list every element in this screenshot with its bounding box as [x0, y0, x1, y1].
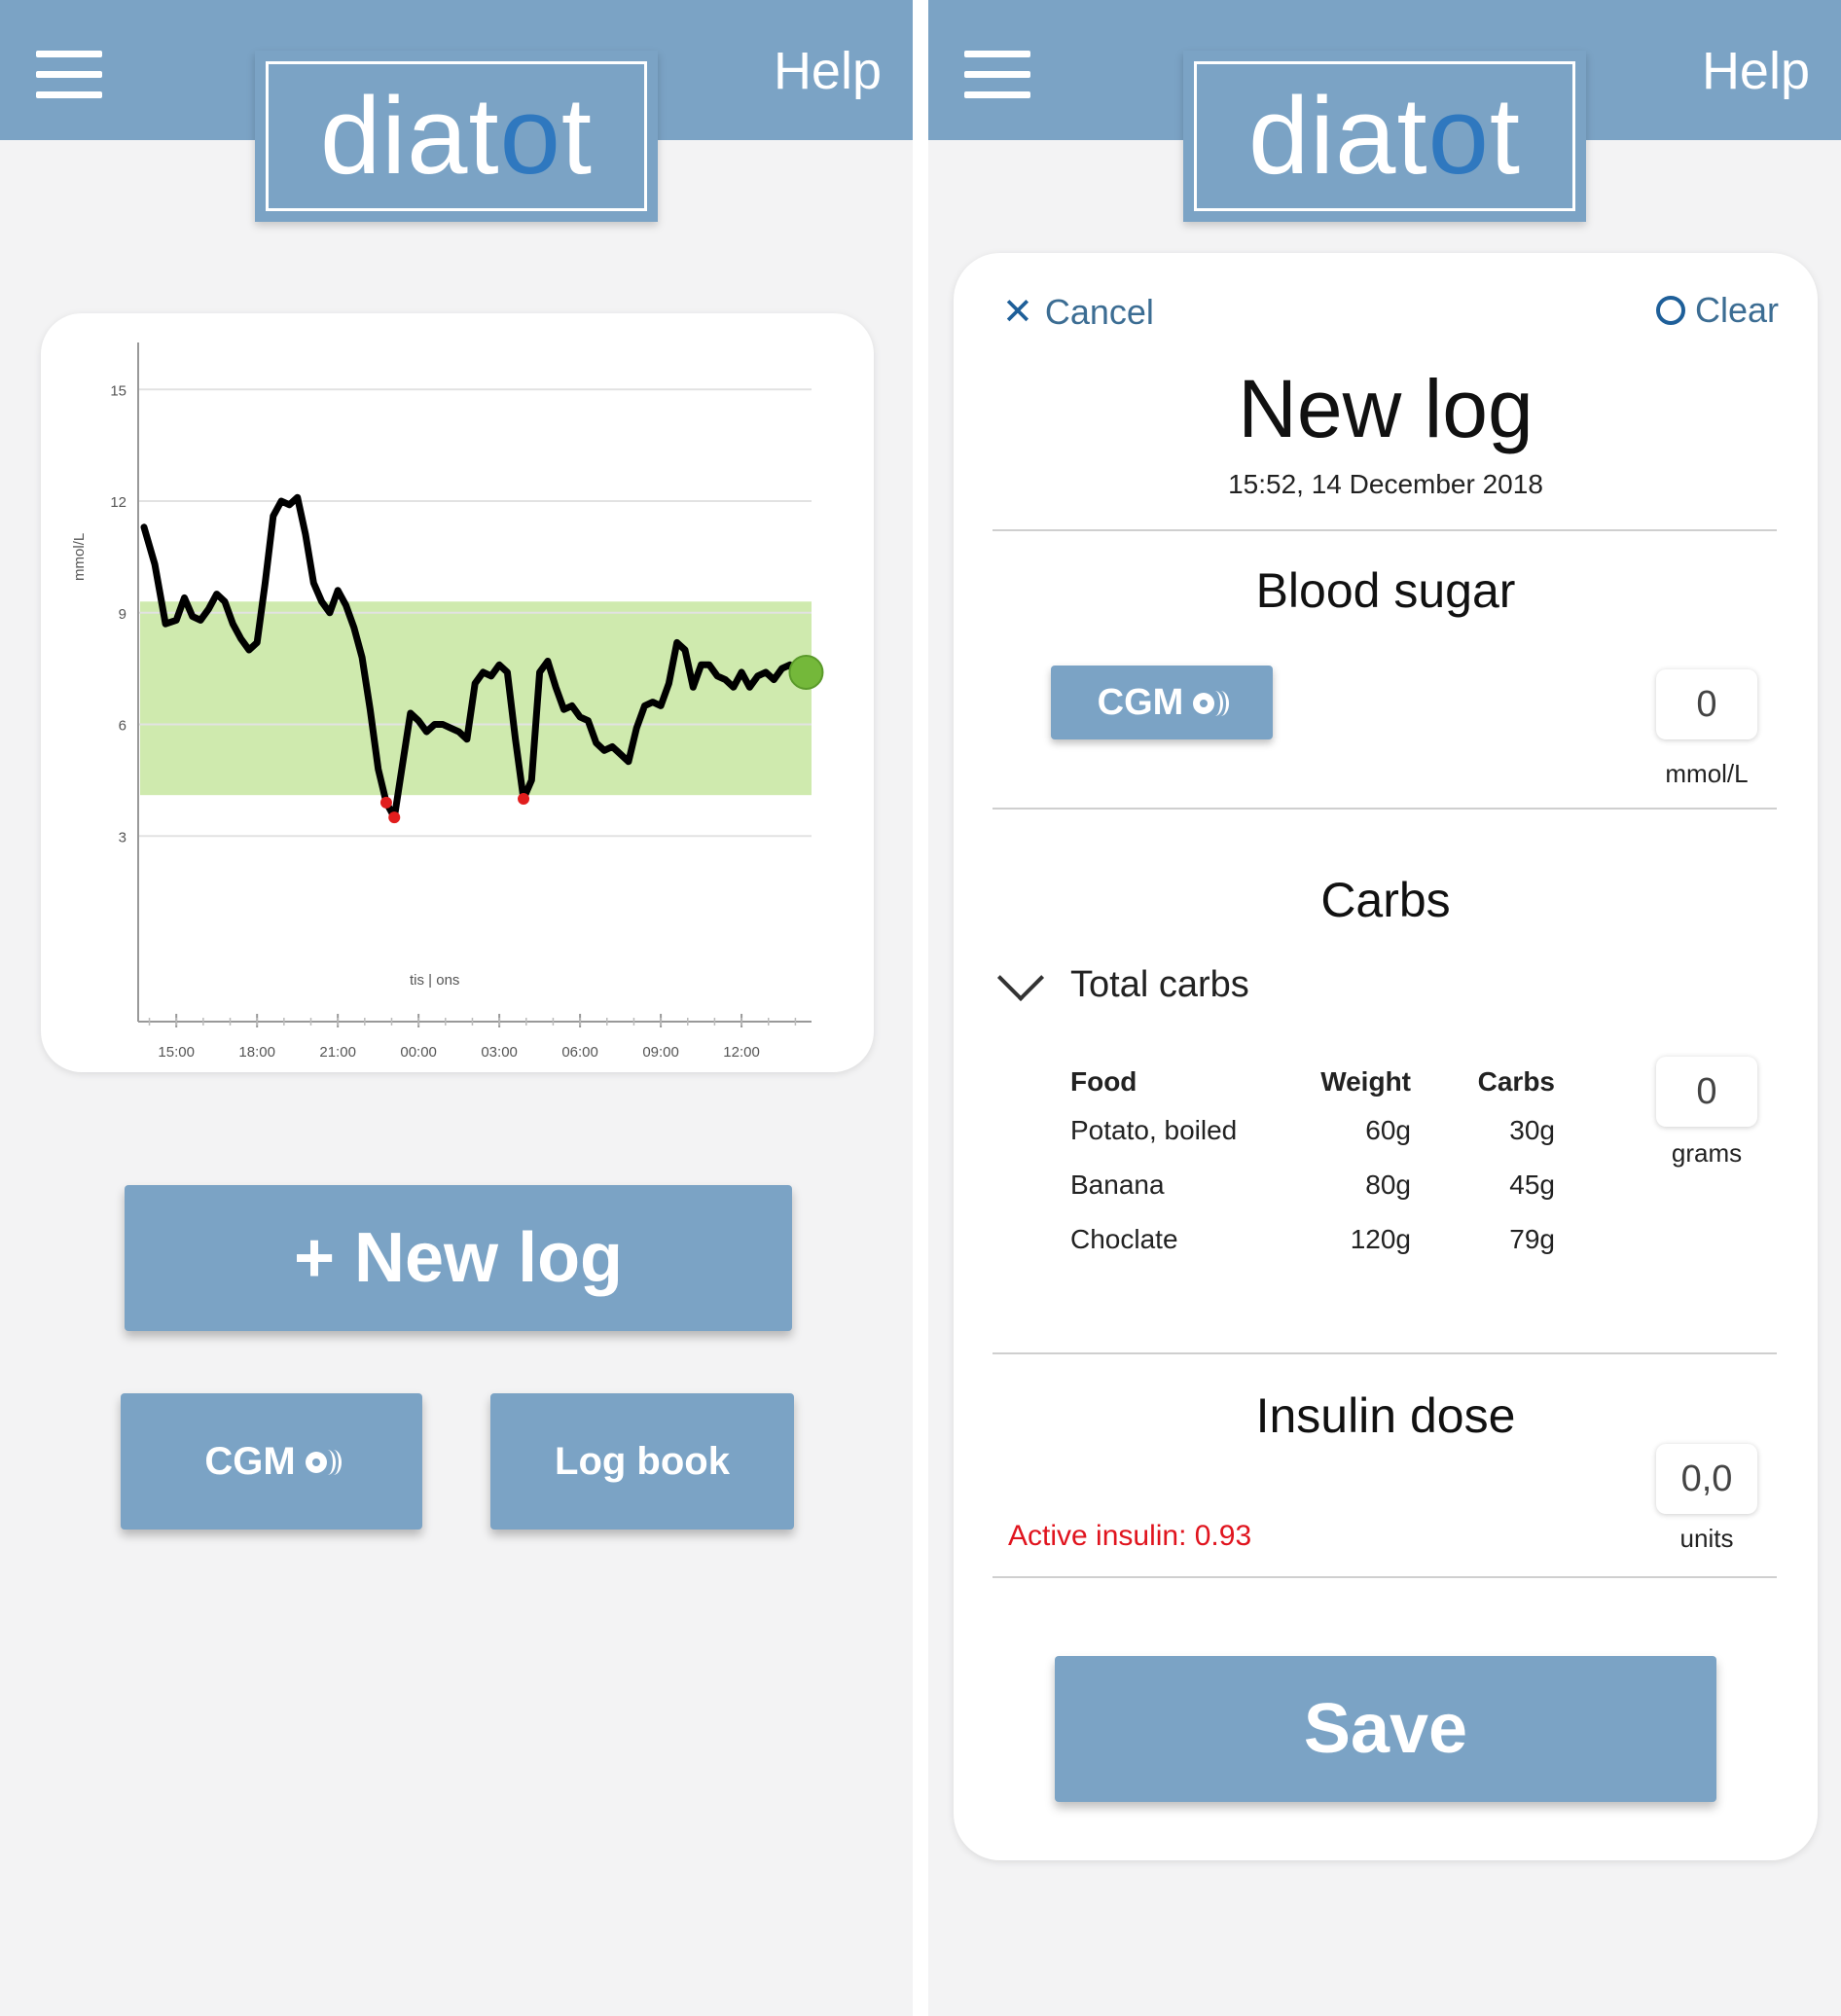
cancel-label: Cancel — [1044, 291, 1154, 332]
page-title: New log — [1238, 363, 1534, 454]
save-button[interactable]: Save — [1055, 1656, 1716, 1802]
hamburger-menu-icon[interactable] — [36, 51, 102, 99]
table-header-row: Food Weight Carbs — [1070, 1066, 1555, 1115]
help-link[interactable]: Help — [1702, 41, 1810, 101]
circle-icon — [1655, 296, 1685, 325]
x-tick-label: 18:00 — [238, 1044, 275, 1061]
y-tick-label: 6 — [119, 718, 126, 735]
food-carbs: 79g — [1509, 1224, 1555, 1254]
glucose-line-chart: 3 6 9 12 15 mmol/L tis | ons 15:00 18:00 21:00 00:… — [71, 342, 824, 1061]
new-log-button[interactable]: + New log — [125, 1185, 792, 1331]
cgm-button-label: CGM — [204, 1439, 296, 1483]
y-tick-label: 12 — [110, 494, 126, 511]
close-icon: ✕ — [1002, 292, 1033, 333]
y-axis-label: mmol/L — [71, 533, 88, 581]
cgm-sensor-icon — [1193, 688, 1230, 717]
food-weight: 80g — [1365, 1170, 1411, 1200]
blood-sugar-unit: mmol/L — [1665, 759, 1749, 788]
x-tick-label: 12:00 — [723, 1044, 760, 1061]
chevron-down-icon — [996, 954, 1045, 1002]
food-table: Food Weight Carbs Potato, boiled 60g 30g… — [1070, 1066, 1555, 1278]
low-glucose-point — [518, 793, 530, 805]
blood-sugar-input[interactable]: 0 — [1656, 669, 1757, 739]
carbs-input[interactable]: 0 — [1656, 1057, 1757, 1127]
current-reading-marker — [788, 654, 824, 690]
app-logo: diatot — [255, 51, 658, 222]
table-row[interactable]: Choclate 120g 79g — [1070, 1224, 1555, 1278]
x-tick-label: 21:00 — [319, 1044, 356, 1061]
x-tick-label: 15:00 — [158, 1044, 195, 1061]
total-carbs-label: Total carbs — [1070, 963, 1249, 1005]
x-tick-label: 06:00 — [561, 1044, 598, 1061]
low-glucose-point — [388, 811, 401, 824]
table-row[interactable]: Potato, boiled 60g 30g — [1070, 1115, 1555, 1170]
glucose-chart-card: 3 6 9 12 15 mmol/L tis | ons 15:00 18:00 21:00 00:… — [41, 313, 874, 1072]
carbs-unit: grams — [1671, 1138, 1743, 1168]
cgm-button-label: CGM — [1097, 681, 1184, 723]
x-tick-label: 03:00 — [481, 1044, 518, 1061]
cgm-sensor-icon — [305, 1447, 342, 1476]
log-timestamp: 15:52, 14 December 2018 — [1228, 469, 1543, 499]
help-link[interactable]: Help — [774, 41, 882, 101]
active-insulin-label: Active insulin: 0.93 — [1008, 1520, 1252, 1552]
food-name: Banana — [1070, 1170, 1165, 1200]
y-tick-label: 9 — [119, 606, 126, 623]
hamburger-menu-icon[interactable] — [964, 51, 1030, 99]
divider — [993, 808, 1777, 810]
new-log-form: ✕ Cancel Clear New log 15:52, 14 Decembe… — [954, 253, 1818, 1860]
food-weight: 60g — [1365, 1115, 1411, 1145]
column-header: Weight — [1320, 1066, 1411, 1097]
total-carbs-toggle[interactable]: Total carbs — [996, 954, 1249, 1008]
home-screen: Help diatot 3 6 9 12 15 mmol/L tis | ons 15:00 1… — [0, 0, 913, 2016]
column-header: Food — [1070, 1066, 1137, 1097]
cgm-button[interactable]: CGM — [121, 1393, 422, 1530]
new-log-screen: Help diatot ✕ Cancel Clear New log 15:52… — [928, 0, 1841, 2016]
divider — [993, 1352, 1777, 1354]
insulin-dose-input[interactable]: 0,0 — [1656, 1444, 1757, 1514]
insulin-dose-heading: Insulin dose — [1255, 1388, 1516, 1443]
table-row[interactable]: Banana 80g 45g — [1070, 1170, 1555, 1224]
x-tick-label: 09:00 — [642, 1044, 679, 1061]
clear-button[interactable]: Clear — [1655, 290, 1779, 331]
food-name: Potato, boiled — [1070, 1115, 1238, 1145]
y-tick-label: 3 — [119, 829, 126, 846]
food-name: Choclate — [1070, 1224, 1178, 1254]
blood-sugar-heading: Blood sugar — [1255, 563, 1516, 618]
x-tick-label: 00:00 — [400, 1044, 437, 1061]
x-axis-label: tis | ons — [410, 972, 459, 989]
divider — [993, 1576, 1777, 1578]
log-book-button[interactable]: Log book — [490, 1393, 794, 1530]
insulin-unit: units — [1679, 1524, 1734, 1553]
y-tick-label: 15 — [110, 382, 126, 399]
app-logo: diatot — [1183, 51, 1586, 222]
cgm-button[interactable]: CGM — [1051, 666, 1273, 739]
low-glucose-point — [379, 796, 392, 809]
food-weight: 120g — [1350, 1224, 1411, 1254]
cancel-button[interactable]: ✕ Cancel — [1002, 290, 1154, 334]
carbs-heading: Carbs — [1320, 873, 1451, 927]
food-carbs: 45g — [1509, 1170, 1555, 1200]
food-carbs: 30g — [1509, 1115, 1555, 1145]
column-header: Carbs — [1477, 1066, 1555, 1097]
divider — [993, 529, 1777, 531]
clear-label: Clear — [1694, 290, 1779, 330]
